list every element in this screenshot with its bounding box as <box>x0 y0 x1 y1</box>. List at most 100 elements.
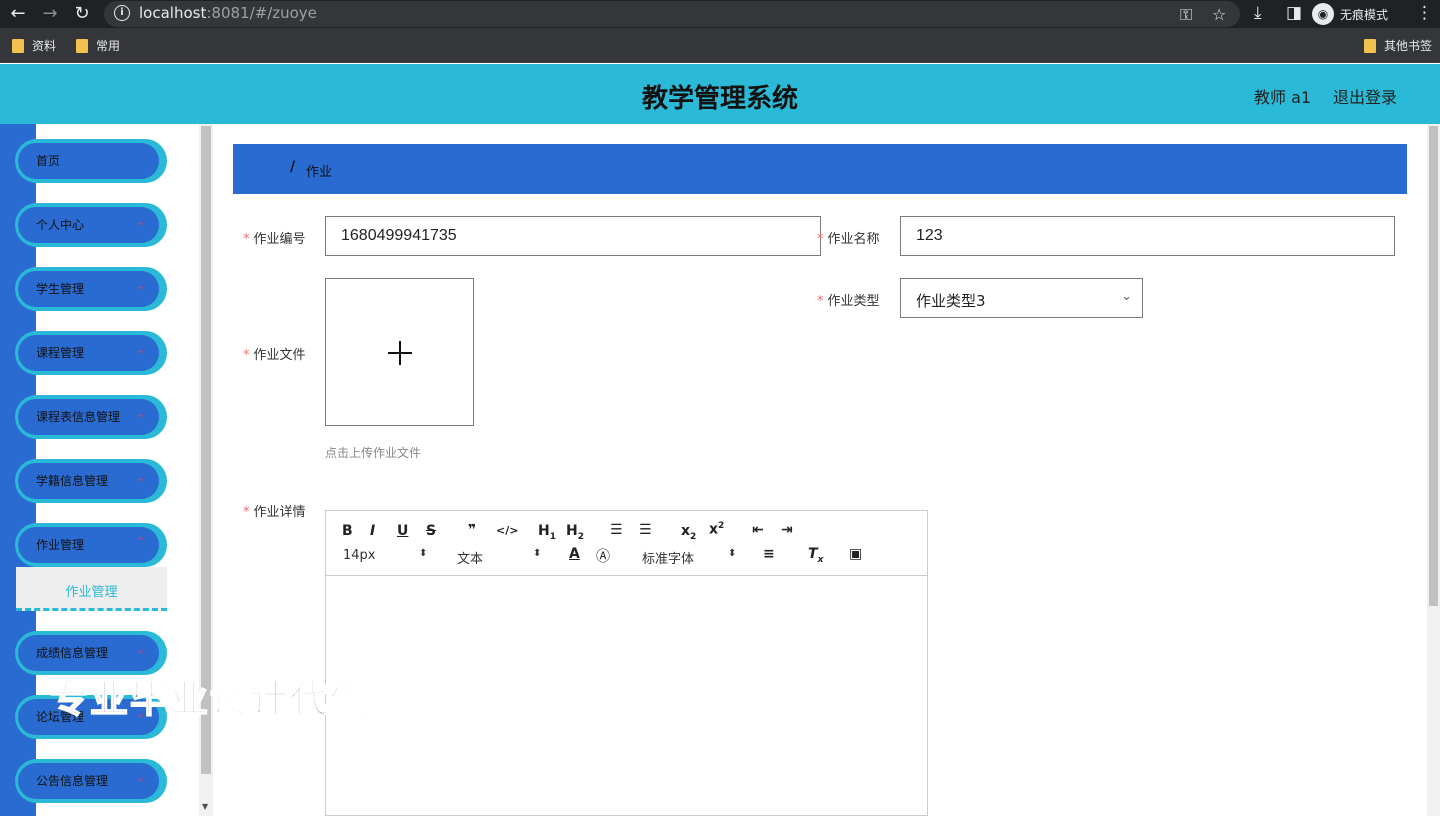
subscript-icon[interactable]: x2 <box>681 523 696 542</box>
key-icon[interactable]: ⚿ <box>1180 5 1192 25</box>
italic-icon[interactable]: I <box>370 523 375 539</box>
heading-select[interactable]: 文本 ⬍ <box>457 548 542 567</box>
browser-toolbar: ← → ↻ i localhost:8081/#/zuoye ⚿ ☆ ⤓ ◨ ◉… <box>0 0 1440 28</box>
type-select[interactable]: 作业类型3 ⌄ <box>900 278 1143 318</box>
plus-icon <box>399 341 401 365</box>
background-color-icon[interactable]: Ⓐ <box>596 546 610 566</box>
breadcrumb-home[interactable]: 首页 <box>253 161 279 180</box>
select-arrows-icon: ⬍ <box>419 548 428 559</box>
editor-toolbar: B I U S ❞ </> H1 H2 ☰ ☰ x2 x2 ⇤ ⇥ 14px ⬍ … <box>326 511 927 576</box>
sidebar-item-courses[interactable]: 课程管理 ⌄ <box>15 331 167 375</box>
chevron-down-icon: ⌄ <box>1121 289 1132 304</box>
address-bar[interactable]: i localhost:8081/#/zuoye ⚿ ☆ <box>104 1 1240 27</box>
chevron-down-icon: ⌄ <box>136 643 146 656</box>
sidebar-item-enrollment[interactable]: 学籍信息管理 ⌄ <box>15 459 167 503</box>
chevron-down-icon: ⌄ <box>136 771 146 784</box>
scrollbar-thumb[interactable] <box>1429 126 1438 606</box>
breadcrumb: 首页 / 作业 <box>233 144 1407 194</box>
editor-content-area[interactable] <box>326 577 927 815</box>
name-label: * 作业名称 <box>817 232 880 247</box>
back-icon[interactable]: ← <box>7 3 29 25</box>
incognito-icon: ◉ <box>1312 3 1334 25</box>
current-user: 教师 a1 <box>1254 88 1312 107</box>
name-input[interactable]: 123 <box>900 216 1395 256</box>
rich-text-editor: B I U S ❞ </> H1 H2 ☰ ☰ x2 x2 ⇤ ⇥ 14px ⬍ … <box>325 510 928 816</box>
download-icon[interactable]: ⤓ <box>1254 3 1262 23</box>
chevron-down-icon: ⌄ <box>136 279 146 292</box>
reload-icon[interactable]: ↻ <box>71 3 93 25</box>
sidebar-item-timetable[interactable]: 课程表信息管理 ⌄ <box>15 395 167 439</box>
font-color-icon[interactable]: A <box>569 546 580 562</box>
outdent-icon[interactable]: ⇤ <box>752 522 764 538</box>
sidebar-item-label: 首页 <box>36 154 61 168</box>
sidebar-item-homework[interactable]: 作业管理 ⌃ <box>15 523 167 567</box>
upload-tip: 点击上传作业文件 <box>325 446 422 460</box>
underline-icon[interactable]: U <box>397 523 408 539</box>
detail-label: * 作业详情 <box>243 505 306 520</box>
sidebar-item-label: 学籍信息管理 <box>36 474 109 488</box>
code-block-icon[interactable]: </> <box>496 524 518 537</box>
bookmark-folder[interactable]: 常用 <box>76 37 120 54</box>
sidebar-item-students[interactable]: 学生管理 ⌄ <box>15 267 167 311</box>
type-select-value: 作业类型3 <box>916 292 986 310</box>
sidebar-item-label: 作业管理 <box>36 538 85 552</box>
url-text: localhost:8081/#/zuoye <box>139 4 317 22</box>
heading2-icon[interactable]: H2 <box>566 523 584 542</box>
bullet-list-icon[interactable]: ☰ <box>639 522 652 538</box>
scroll-down-icon[interactable]: ▼ <box>202 802 208 811</box>
incognito-label: 无痕模式 <box>1340 7 1389 22</box>
chevron-up-icon: ⌃ <box>136 535 146 548</box>
sidebar-subitem-homework-manage[interactable]: 作业管理 <box>16 567 167 611</box>
font-size-select[interactable]: 14px ⬍ <box>343 548 428 563</box>
folder-icon <box>12 38 24 53</box>
align-icon[interactable]: ≡ <box>763 546 775 562</box>
strikethrough-icon[interactable]: S <box>426 523 436 539</box>
breadcrumb-current: 作业 <box>306 165 333 180</box>
font-family-select[interactable]: 标准字体 ⬍ <box>642 548 737 567</box>
bookmark-star-icon[interactable]: ☆ <box>1212 5 1226 24</box>
bookmarks-bar: 资料 常用 其他书签 <box>0 28 1440 63</box>
chevron-down-icon: ⌄ <box>136 407 146 420</box>
type-label: * 作业类型 <box>817 294 880 309</box>
chevron-down-icon: ⌄ <box>136 215 146 228</box>
number-label: * 作业编号 <box>243 232 306 247</box>
bookmark-label: 资料 <box>32 39 57 53</box>
sidebar-subitem-label: 作业管理 <box>65 585 118 600</box>
sidebar-item-label: 成绩信息管理 <box>36 646 109 660</box>
chevron-down-icon: ⌄ <box>136 343 146 356</box>
sidebar-item-notices[interactable]: 公告信息管理 ⌄ <box>15 759 167 803</box>
file-label: * 作业文件 <box>243 348 306 363</box>
other-bookmarks[interactable]: 其他书签 <box>1364 37 1432 54</box>
ordered-list-icon[interactable]: ☰ <box>610 522 623 538</box>
file-upload-area[interactable] <box>325 278 474 426</box>
app-header: 教学管理系统 教师 a1 退出登录 <box>0 64 1440 124</box>
page-scrollbar[interactable] <box>1427 124 1440 816</box>
bookmark-folder[interactable]: 资料 <box>12 37 56 54</box>
bookmark-label: 常用 <box>96 39 121 53</box>
menu-dots-icon[interactable]: ⋮ <box>1416 3 1433 23</box>
select-arrows-icon: ⬍ <box>533 548 542 559</box>
indent-icon[interactable]: ⇥ <box>781 522 793 538</box>
number-input[interactable]: 1680499941735 <box>325 216 821 256</box>
forward-icon[interactable]: → <box>39 3 61 25</box>
app-title: 教学管理系统 <box>641 84 798 114</box>
select-arrows-icon: ⬍ <box>728 548 737 559</box>
incognito-indicator[interactable]: ◉ 无痕模式 <box>1312 2 1388 26</box>
sidebar-item-home[interactable]: 首页 <box>15 139 167 183</box>
superscript-icon[interactable]: x2 <box>709 521 724 538</box>
sidebar-item-label: 课程表信息管理 <box>36 410 121 424</box>
logout-link[interactable]: 退出登录 <box>1333 84 1397 108</box>
bold-icon[interactable]: B <box>342 523 353 539</box>
clear-format-icon[interactable]: Tx <box>808 546 823 565</box>
chevron-down-icon: ⌄ <box>136 471 146 484</box>
sidebar-item-label: 个人中心 <box>36 218 85 232</box>
side-panel-icon[interactable]: ◨ <box>1286 3 1302 23</box>
sidebar-item-label: 课程管理 <box>36 346 85 360</box>
main-content: 首页 / 作业 * 作业编号 1680499941735 * 作业名称 123 * 作… <box>213 124 1427 816</box>
site-info-icon[interactable]: i <box>114 5 130 21</box>
bookmark-label: 其他书签 <box>1384 39 1433 53</box>
sidebar-item-profile[interactable]: 个人中心 ⌄ <box>15 203 167 247</box>
blockquote-icon[interactable]: ❞ <box>468 522 476 538</box>
image-icon[interactable]: ▣ <box>849 546 862 562</box>
heading1-icon[interactable]: H1 <box>538 523 556 542</box>
